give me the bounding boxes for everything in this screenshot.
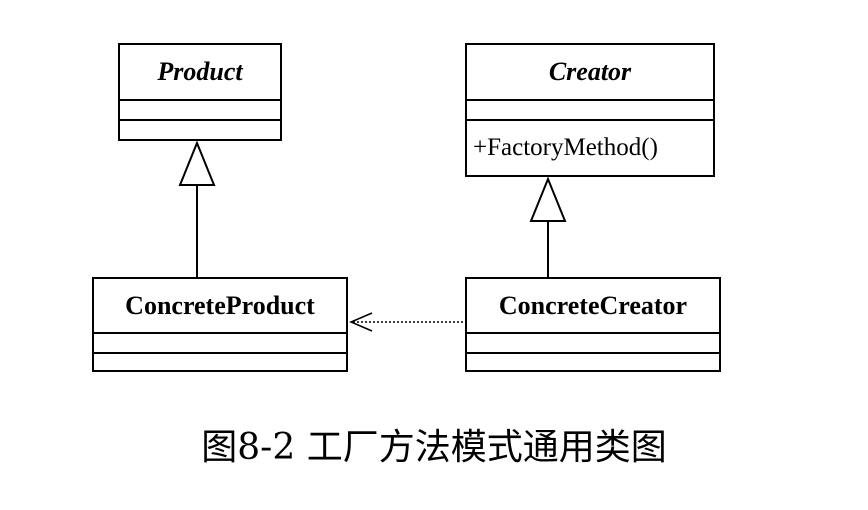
class-concrete-creator-operations	[467, 354, 719, 370]
class-product-attributes	[120, 101, 280, 121]
class-creator-name: Creator	[467, 45, 713, 101]
class-product-operations	[120, 121, 280, 139]
class-concrete-product[interactable]: ConcreteProduct	[92, 277, 348, 372]
class-creator-operation: +FactoryMethod()	[473, 134, 658, 161]
class-concrete-creator-name: ConcreteCreator	[467, 279, 719, 334]
generalization-arrow-product	[178, 140, 216, 186]
class-creator[interactable]: Creator +FactoryMethod()	[465, 43, 715, 177]
class-product-name: Product	[120, 45, 280, 101]
class-concrete-creator-attributes	[467, 334, 719, 354]
class-product[interactable]: Product	[118, 43, 282, 141]
generalization-arrow-creator	[529, 176, 567, 222]
class-creator-attributes	[467, 101, 713, 121]
class-concrete-product-name: ConcreteProduct	[94, 279, 346, 334]
class-concrete-product-attributes	[94, 334, 346, 354]
class-concrete-creator[interactable]: ConcreteCreator	[465, 277, 721, 372]
uml-class-diagram: Product Creator +FactoryMethod() Concret…	[0, 0, 868, 510]
figure-caption: 图8-2 工厂方法模式通用类图	[201, 427, 667, 468]
class-concrete-product-operations	[94, 354, 346, 370]
